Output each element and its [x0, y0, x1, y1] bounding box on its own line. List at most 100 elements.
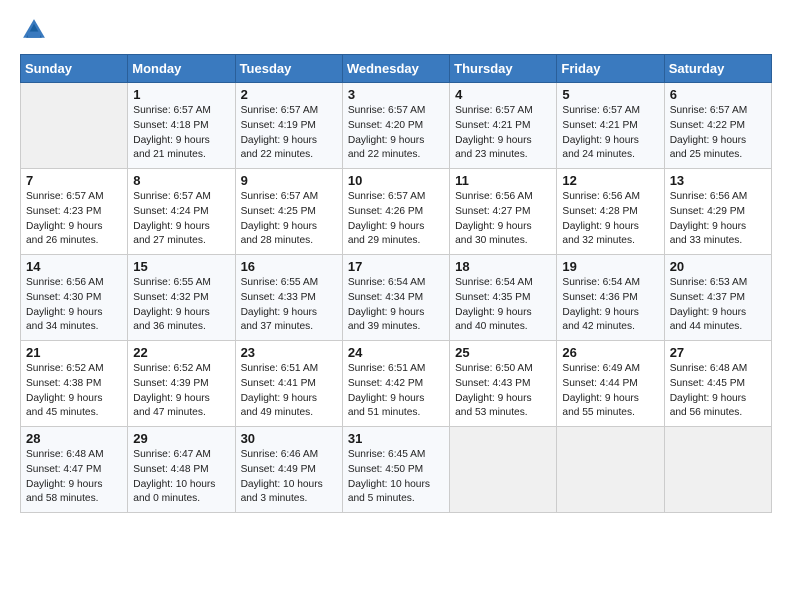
- day-info: Sunrise: 6:49 AM Sunset: 4:44 PM Dayligh…: [562, 362, 659, 421]
- day-info: Sunrise: 6:56 AM Sunset: 4:29 PM Dayligh…: [670, 190, 767, 249]
- day-cell: 12Sunrise: 6:56 AM Sunset: 4:28 PM Dayli…: [557, 169, 664, 255]
- day-info: Sunrise: 6:57 AM Sunset: 4:18 PM Dayligh…: [133, 104, 230, 163]
- day-cell: 23 Sunrise: 6:51 AM Sunset: 4:41 PM Dayli…: [235, 341, 342, 427]
- day-cell: 2 Sunrise: 6:57 AM Sunset: 4:19 PM Daylig…: [235, 83, 342, 169]
- day-cell: [557, 427, 664, 513]
- day-number: 15: [133, 259, 230, 274]
- day-cell: 11 Sunrise: 6:56 AM Sunset: 4:27 PM Dayli…: [450, 169, 557, 255]
- col-sunday: Sunday: [21, 55, 128, 83]
- day-cell: [664, 427, 771, 513]
- day-info: Sunrise: 6:55 AM Sunset: 4:33 PM Dayligh…: [241, 276, 338, 335]
- col-saturday: Saturday: [664, 55, 771, 83]
- day-info: Sunrise: 6:51 AM Sunset: 4:41 PM Dayligh…: [241, 362, 338, 421]
- day-info: Sunrise: 6:57 AM Sunset: 4:21 PM Dayligh…: [455, 104, 552, 163]
- col-tuesday: Tuesday: [235, 55, 342, 83]
- day-cell: 21 Sunrise: 6:52 AM Sunset: 4:38 PM Dayli…: [21, 341, 128, 427]
- day-info: Sunrise: 6:57 AM Sunset: 4:24 PM Dayligh…: [133, 190, 230, 249]
- day-info: Sunrise: 6:51 AM Sunset: 4:42 PM Dayligh…: [348, 362, 445, 421]
- day-number: 31: [348, 431, 445, 446]
- day-info: Sunrise: 6:54 AM Sunset: 4:34 PM Dayligh…: [348, 276, 445, 335]
- col-thursday: Thursday: [450, 55, 557, 83]
- day-number: 29: [133, 431, 230, 446]
- day-number: 30: [241, 431, 338, 446]
- day-cell: 25 Sunrise: 6:50 AM Sunset: 4:43 PM Dayli…: [450, 341, 557, 427]
- day-cell: 20 Sunrise: 6:53 AM Sunset: 4:37 PM Dayli…: [664, 255, 771, 341]
- day-cell: 17 Sunrise: 6:54 AM Sunset: 4:34 PM Dayli…: [342, 255, 449, 341]
- col-monday: Monday: [128, 55, 235, 83]
- col-friday: Friday: [557, 55, 664, 83]
- day-cell: [450, 427, 557, 513]
- day-info: Sunrise: 6:57 AM Sunset: 4:19 PM Dayligh…: [241, 104, 338, 163]
- day-cell: 1 Sunrise: 6:57 AM Sunset: 4:18 PM Daylig…: [128, 83, 235, 169]
- day-cell: 3 Sunrise: 6:57 AM Sunset: 4:20 PM Daylig…: [342, 83, 449, 169]
- day-number: 3: [348, 87, 445, 102]
- day-info: Sunrise: 6:57 AM Sunset: 4:23 PM Dayligh…: [26, 190, 123, 249]
- day-cell: 27Sunrise: 6:48 AM Sunset: 4:45 PM Dayli…: [664, 341, 771, 427]
- day-cell: 24 Sunrise: 6:51 AM Sunset: 4:42 PM Dayli…: [342, 341, 449, 427]
- day-cell: 18 Sunrise: 6:54 AM Sunset: 4:35 PM Dayli…: [450, 255, 557, 341]
- day-number: 20: [670, 259, 767, 274]
- day-number: 11: [455, 173, 552, 188]
- day-info: Sunrise: 6:45 AM Sunset: 4:50 PM Dayligh…: [348, 448, 445, 507]
- day-number: 1: [133, 87, 230, 102]
- day-number: 22: [133, 345, 230, 360]
- day-info: Sunrise: 6:52 AM Sunset: 4:38 PM Dayligh…: [26, 362, 123, 421]
- day-number: 13: [670, 173, 767, 188]
- day-number: 16: [241, 259, 338, 274]
- day-number: 27: [670, 345, 767, 360]
- header: [20, 16, 772, 44]
- day-info: Sunrise: 6:56 AM Sunset: 4:28 PM Dayligh…: [562, 190, 659, 249]
- day-cell: 28Sunrise: 6:48 AM Sunset: 4:47 PM Dayli…: [21, 427, 128, 513]
- week-row-4: 21 Sunrise: 6:52 AM Sunset: 4:38 PM Dayli…: [21, 341, 772, 427]
- week-row-2: 7 Sunrise: 6:57 AM Sunset: 4:23 PM Daylig…: [21, 169, 772, 255]
- day-cell: [21, 83, 128, 169]
- day-cell: 26Sunrise: 6:49 AM Sunset: 4:44 PM Dayli…: [557, 341, 664, 427]
- day-number: 17: [348, 259, 445, 274]
- day-number: 7: [26, 173, 123, 188]
- col-wednesday: Wednesday: [342, 55, 449, 83]
- day-cell: 13 Sunrise: 6:56 AM Sunset: 4:29 PM Dayli…: [664, 169, 771, 255]
- day-cell: 4Sunrise: 6:57 AM Sunset: 4:21 PM Daylig…: [450, 83, 557, 169]
- day-info: Sunrise: 6:47 AM Sunset: 4:48 PM Dayligh…: [133, 448, 230, 507]
- day-cell: 22 Sunrise: 6:52 AM Sunset: 4:39 PM Dayli…: [128, 341, 235, 427]
- day-info: Sunrise: 6:57 AM Sunset: 4:26 PM Dayligh…: [348, 190, 445, 249]
- header-row: SundayMondayTuesdayWednesdayThursdayFrid…: [21, 55, 772, 83]
- day-number: 9: [241, 173, 338, 188]
- day-cell: 16 Sunrise: 6:55 AM Sunset: 4:33 PM Dayli…: [235, 255, 342, 341]
- day-number: 5: [562, 87, 659, 102]
- day-number: 14: [26, 259, 123, 274]
- day-number: 6: [670, 87, 767, 102]
- day-number: 8: [133, 173, 230, 188]
- day-cell: 19Sunrise: 6:54 AM Sunset: 4:36 PM Dayli…: [557, 255, 664, 341]
- day-number: 10: [348, 173, 445, 188]
- day-cell: 8 Sunrise: 6:57 AM Sunset: 4:24 PM Daylig…: [128, 169, 235, 255]
- day-cell: 30Sunrise: 6:46 AM Sunset: 4:49 PM Dayli…: [235, 427, 342, 513]
- week-row-5: 28Sunrise: 6:48 AM Sunset: 4:47 PM Dayli…: [21, 427, 772, 513]
- calendar-table: SundayMondayTuesdayWednesdayThursdayFrid…: [20, 54, 772, 513]
- day-info: Sunrise: 6:57 AM Sunset: 4:20 PM Dayligh…: [348, 104, 445, 163]
- day-number: 18: [455, 259, 552, 274]
- day-number: 24: [348, 345, 445, 360]
- day-number: 23: [241, 345, 338, 360]
- day-info: Sunrise: 6:53 AM Sunset: 4:37 PM Dayligh…: [670, 276, 767, 335]
- day-cell: 29 Sunrise: 6:47 AM Sunset: 4:48 PM Dayli…: [128, 427, 235, 513]
- day-cell: 14 Sunrise: 6:56 AM Sunset: 4:30 PM Dayli…: [21, 255, 128, 341]
- day-number: 2: [241, 87, 338, 102]
- day-info: Sunrise: 6:48 AM Sunset: 4:47 PM Dayligh…: [26, 448, 123, 507]
- day-cell: 15Sunrise: 6:55 AM Sunset: 4:32 PM Dayli…: [128, 255, 235, 341]
- day-cell: 6 Sunrise: 6:57 AM Sunset: 4:22 PM Daylig…: [664, 83, 771, 169]
- day-number: 19: [562, 259, 659, 274]
- day-cell: 5 Sunrise: 6:57 AM Sunset: 4:21 PM Daylig…: [557, 83, 664, 169]
- day-info: Sunrise: 6:50 AM Sunset: 4:43 PM Dayligh…: [455, 362, 552, 421]
- day-info: Sunrise: 6:52 AM Sunset: 4:39 PM Dayligh…: [133, 362, 230, 421]
- day-number: 21: [26, 345, 123, 360]
- day-info: Sunrise: 6:57 AM Sunset: 4:21 PM Dayligh…: [562, 104, 659, 163]
- day-info: Sunrise: 6:56 AM Sunset: 4:27 PM Dayligh…: [455, 190, 552, 249]
- day-info: Sunrise: 6:57 AM Sunset: 4:25 PM Dayligh…: [241, 190, 338, 249]
- day-cell: 10 Sunrise: 6:57 AM Sunset: 4:26 PM Dayli…: [342, 169, 449, 255]
- day-number: 25: [455, 345, 552, 360]
- week-row-3: 14 Sunrise: 6:56 AM Sunset: 4:30 PM Dayli…: [21, 255, 772, 341]
- day-info: Sunrise: 6:54 AM Sunset: 4:35 PM Dayligh…: [455, 276, 552, 335]
- day-info: Sunrise: 6:57 AM Sunset: 4:22 PM Dayligh…: [670, 104, 767, 163]
- day-info: Sunrise: 6:56 AM Sunset: 4:30 PM Dayligh…: [26, 276, 123, 335]
